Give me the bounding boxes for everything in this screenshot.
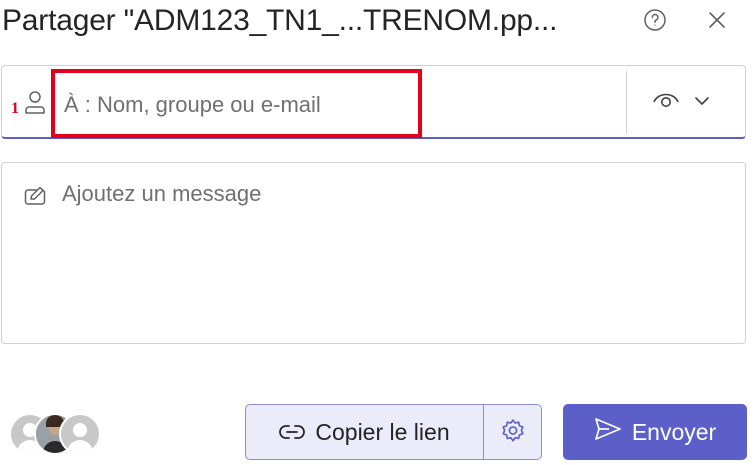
person-icon bbox=[24, 90, 46, 121]
link-settings-button[interactable] bbox=[484, 405, 541, 459]
copy-link-label: Copier le lien bbox=[315, 418, 450, 445]
copy-link-button[interactable]: Copier le lien bbox=[246, 405, 484, 459]
send-icon bbox=[594, 417, 622, 447]
edit-icon bbox=[24, 186, 48, 211]
chevron-down-icon bbox=[694, 93, 710, 111]
annotation-highlight-box bbox=[51, 69, 422, 138]
gear-icon bbox=[500, 418, 526, 447]
shared-with-avatars[interactable] bbox=[9, 413, 101, 455]
permission-dropdown[interactable] bbox=[652, 87, 724, 117]
field-divider bbox=[626, 71, 627, 133]
dialog-title: Partager "ADM123_TN1_...TRENOM.pp... bbox=[2, 4, 558, 37]
send-button[interactable]: Envoyer bbox=[563, 404, 747, 460]
avatar bbox=[59, 413, 101, 455]
close-icon[interactable] bbox=[703, 6, 731, 34]
message-input[interactable] bbox=[62, 181, 722, 331]
copy-link-group: Copier le lien bbox=[245, 404, 542, 460]
eye-icon bbox=[652, 90, 680, 115]
annotation-number: 1 bbox=[11, 100, 19, 117]
link-icon bbox=[279, 419, 306, 446]
send-label: Envoyer bbox=[631, 418, 717, 445]
question-circle-icon[interactable] bbox=[641, 6, 669, 34]
